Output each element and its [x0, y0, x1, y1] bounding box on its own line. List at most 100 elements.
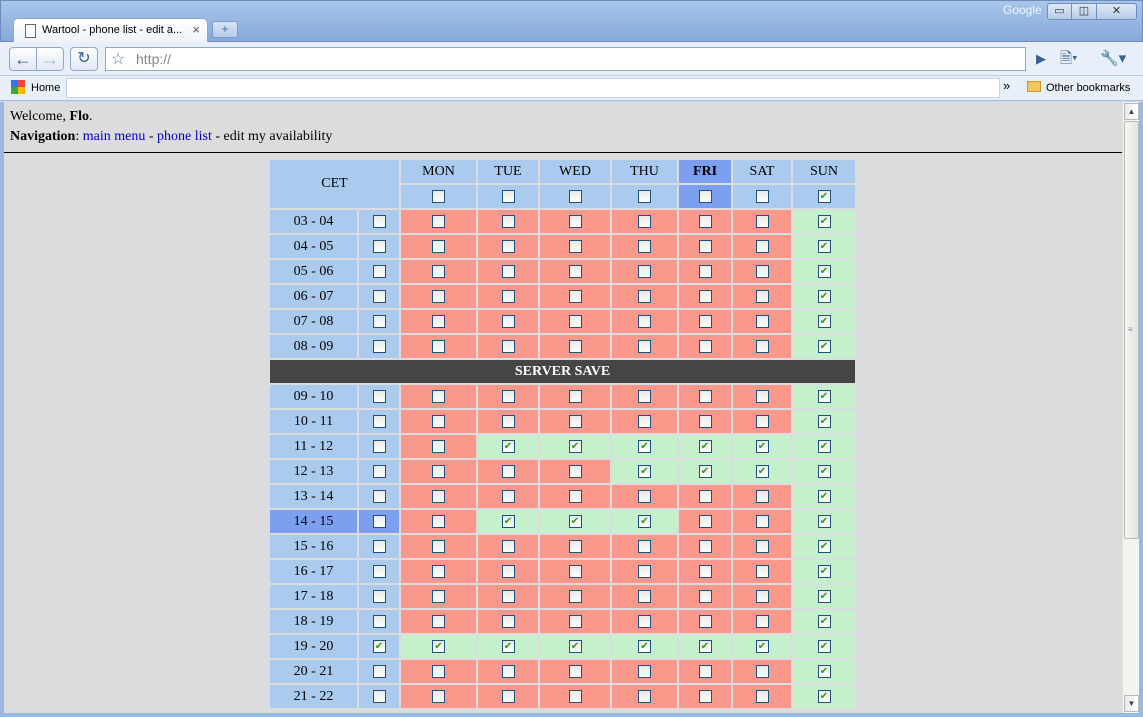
row-toggle-checkbox[interactable]: [372, 414, 386, 428]
availability-checkbox[interactable]: ✔: [638, 439, 651, 453]
availability-checkbox[interactable]: [698, 214, 712, 228]
availability-checkbox[interactable]: ✔: [755, 439, 769, 453]
availability-checkbox[interactable]: ✔: [698, 439, 712, 453]
availability-checkbox[interactable]: ✔: [817, 389, 831, 403]
availability-checkbox[interactable]: [568, 564, 582, 578]
availability-checkbox[interactable]: [638, 614, 651, 628]
availability-checkbox[interactable]: [432, 439, 445, 453]
availability-checkbox[interactable]: [432, 339, 445, 353]
availability-checkbox[interactable]: [698, 389, 712, 403]
availability-checkbox[interactable]: ✔: [501, 639, 515, 653]
availability-checkbox[interactable]: [568, 339, 582, 353]
availability-checkbox[interactable]: ✔: [501, 514, 515, 528]
availability-checkbox[interactable]: [755, 514, 769, 528]
availability-checkbox[interactable]: ✔: [501, 439, 515, 453]
availability-checkbox[interactable]: ✔: [817, 289, 831, 303]
availability-checkbox[interactable]: [698, 589, 712, 603]
availability-checkbox[interactable]: [568, 539, 582, 553]
row-toggle-checkbox[interactable]: [372, 664, 386, 678]
availability-checkbox[interactable]: [638, 689, 651, 703]
availability-checkbox[interactable]: ✔: [817, 239, 831, 253]
availability-checkbox[interactable]: ✔: [817, 639, 831, 653]
row-toggle-checkbox[interactable]: [372, 439, 386, 453]
go-button[interactable]: ▶: [1030, 47, 1052, 71]
row-toggle-checkbox[interactable]: [372, 389, 386, 403]
scroll-down-button[interactable]: ▼: [1124, 695, 1139, 712]
availability-checkbox[interactable]: [755, 314, 769, 328]
nav-link-main-menu[interactable]: main menu: [83, 129, 146, 144]
row-toggle-checkbox[interactable]: [372, 464, 386, 478]
availability-checkbox[interactable]: ✔: [817, 264, 831, 278]
availability-checkbox[interactable]: [568, 664, 582, 678]
availability-checkbox[interactable]: [698, 664, 712, 678]
availability-checkbox[interactable]: [698, 514, 712, 528]
availability-checkbox[interactable]: [638, 339, 651, 353]
availability-checkbox[interactable]: [755, 389, 769, 403]
row-toggle-checkbox[interactable]: [372, 214, 386, 228]
row-toggle-checkbox[interactable]: [372, 539, 386, 553]
availability-checkbox[interactable]: ✔: [755, 464, 769, 478]
availability-checkbox[interactable]: [501, 289, 515, 303]
availability-checkbox[interactable]: [755, 214, 769, 228]
close-window-button[interactable]: ✕: [1096, 3, 1137, 20]
availability-checkbox[interactable]: [638, 389, 651, 403]
bookmarks-overflow-button[interactable]: »: [1003, 78, 1010, 93]
availability-checkbox[interactable]: [432, 564, 445, 578]
availability-checkbox[interactable]: [501, 464, 515, 478]
availability-checkbox[interactable]: [698, 264, 712, 278]
availability-checkbox[interactable]: [638, 264, 651, 278]
availability-checkbox[interactable]: [755, 664, 769, 678]
availability-checkbox[interactable]: [432, 464, 445, 478]
bookmark-home[interactable]: Home: [11, 80, 60, 94]
availability-checkbox[interactable]: [432, 614, 445, 628]
day-toggle-checkbox-wed[interactable]: [568, 189, 582, 203]
availability-checkbox[interactable]: ✔: [638, 639, 651, 653]
availability-checkbox[interactable]: [638, 289, 651, 303]
availability-checkbox[interactable]: [698, 539, 712, 553]
availability-checkbox[interactable]: [501, 664, 515, 678]
browser-tab[interactable]: Wartool - phone list - edit a... ×: [13, 18, 208, 43]
availability-checkbox[interactable]: [432, 239, 445, 253]
availability-checkbox[interactable]: [755, 689, 769, 703]
availability-checkbox[interactable]: [568, 314, 582, 328]
row-toggle-checkbox[interactable]: ✔: [372, 639, 386, 653]
new-tab-button[interactable]: +: [212, 21, 238, 38]
availability-checkbox[interactable]: ✔: [817, 414, 831, 428]
availability-checkbox[interactable]: [698, 239, 712, 253]
availability-checkbox[interactable]: ✔: [817, 464, 831, 478]
availability-checkbox[interactable]: ✔: [817, 339, 831, 353]
availability-checkbox[interactable]: [501, 389, 515, 403]
availability-checkbox[interactable]: [638, 589, 651, 603]
row-toggle-checkbox[interactable]: [372, 339, 386, 353]
row-toggle-checkbox[interactable]: [372, 489, 386, 503]
availability-checkbox[interactable]: [568, 239, 582, 253]
availability-checkbox[interactable]: [432, 514, 445, 528]
page-scrollbar[interactable]: ▲ ≡ ▼: [1122, 102, 1139, 713]
availability-checkbox[interactable]: ✔: [568, 439, 582, 453]
availability-checkbox[interactable]: [432, 489, 445, 503]
row-toggle-checkbox[interactable]: [372, 264, 386, 278]
availability-checkbox[interactable]: [432, 214, 445, 228]
availability-checkbox[interactable]: [755, 289, 769, 303]
nav-link-phone-list[interactable]: phone list: [157, 129, 212, 144]
availability-checkbox[interactable]: ✔: [638, 464, 651, 478]
availability-checkbox[interactable]: ✔: [817, 489, 831, 503]
day-toggle-checkbox-tue[interactable]: [501, 189, 515, 203]
availability-checkbox[interactable]: [638, 539, 651, 553]
address-bar[interactable]: ☆ http://: [105, 47, 1026, 71]
availability-checkbox[interactable]: [638, 414, 651, 428]
availability-checkbox[interactable]: ✔: [817, 214, 831, 228]
row-toggle-checkbox[interactable]: [372, 514, 386, 528]
availability-checkbox[interactable]: [568, 689, 582, 703]
availability-checkbox[interactable]: [432, 539, 445, 553]
availability-checkbox[interactable]: [638, 564, 651, 578]
row-toggle-checkbox[interactable]: [372, 689, 386, 703]
availability-checkbox[interactable]: [501, 264, 515, 278]
availability-checkbox[interactable]: [638, 664, 651, 678]
availability-checkbox[interactable]: [568, 589, 582, 603]
availability-checkbox[interactable]: ✔: [817, 539, 831, 553]
forward-button[interactable]: →: [37, 47, 64, 71]
availability-checkbox[interactable]: [432, 414, 445, 428]
availability-checkbox[interactable]: ✔: [817, 314, 831, 328]
availability-checkbox[interactable]: [501, 689, 515, 703]
